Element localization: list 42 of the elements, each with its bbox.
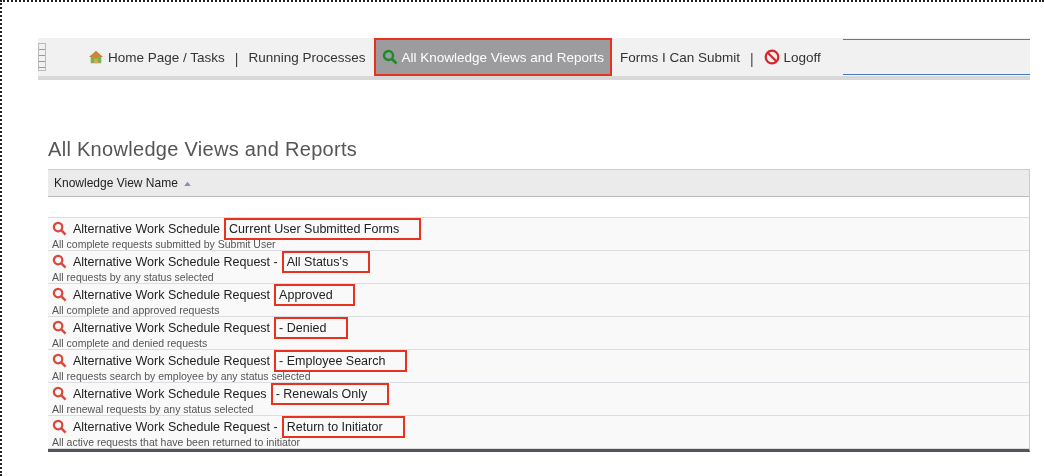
view-name-suffix: - Employee Search (276, 351, 406, 370)
view-name-suffix: Current User Submitted Forms (226, 219, 420, 238)
view-link[interactable]: Alternative Work Schedule Request (73, 353, 271, 368)
view-description: All requests search by employee by any status selected (52, 370, 312, 382)
view-name-suffix: - Renewals Only (272, 384, 388, 403)
search-icon (52, 287, 67, 302)
separator: | (749, 51, 754, 67)
nav-tab[interactable]: Logoff (755, 38, 829, 76)
view-link[interactable]: Alternative Work Schedule Request - (73, 419, 278, 434)
grip-icon (38, 43, 46, 71)
view-description: All complete and denied requests (52, 337, 209, 349)
view-description: All active requests that have been returned to initiator (52, 436, 302, 448)
column-header[interactable]: Knowledge View Name (54, 176, 191, 190)
search-icon (52, 386, 67, 401)
sort-up-icon (183, 180, 191, 186)
search-icon (381, 49, 398, 65)
view-description: All complete and approved requests (52, 304, 221, 316)
search-icon (52, 419, 67, 434)
view-description: All complete requests submitted by Submit User (52, 238, 277, 250)
search-field[interactable] (842, 39, 1030, 75)
search-icon (52, 221, 67, 236)
search-icon (52, 320, 67, 335)
view-link[interactable]: Alternative Work Schedule Request (73, 320, 271, 335)
view-description: All requests by any status selected (52, 271, 215, 283)
view-name-suffix: - Denied (276, 318, 347, 337)
view-link[interactable]: Alternative Work Schedule Reques (73, 386, 267, 401)
view-description: All renewal requests by any status selected (52, 403, 255, 415)
view-name-suffix: Return to Initiator (283, 417, 403, 436)
view-link[interactable]: Alternative Work Schedule Request (73, 287, 271, 302)
view-link[interactable]: Alternative Work Schedule Request - (73, 254, 278, 269)
separator: | (234, 51, 239, 67)
house-icon (88, 49, 104, 65)
view-name-suffix: Approved (276, 285, 353, 304)
view-link[interactable]: Alternative Work Schedule (73, 221, 221, 236)
page-title: All Knowledge Views and Reports (48, 138, 359, 161)
nav-tab[interactable]: Forms I Can Submit (611, 38, 748, 76)
search-icon (52, 254, 67, 269)
prohibited-icon (763, 49, 780, 65)
view-name-suffix: All Status's (283, 252, 369, 271)
nav-tab[interactable]: Running Processes (240, 38, 374, 76)
search-icon (52, 353, 67, 368)
nav-tab[interactable]: Home Page / Tasks (80, 38, 233, 76)
